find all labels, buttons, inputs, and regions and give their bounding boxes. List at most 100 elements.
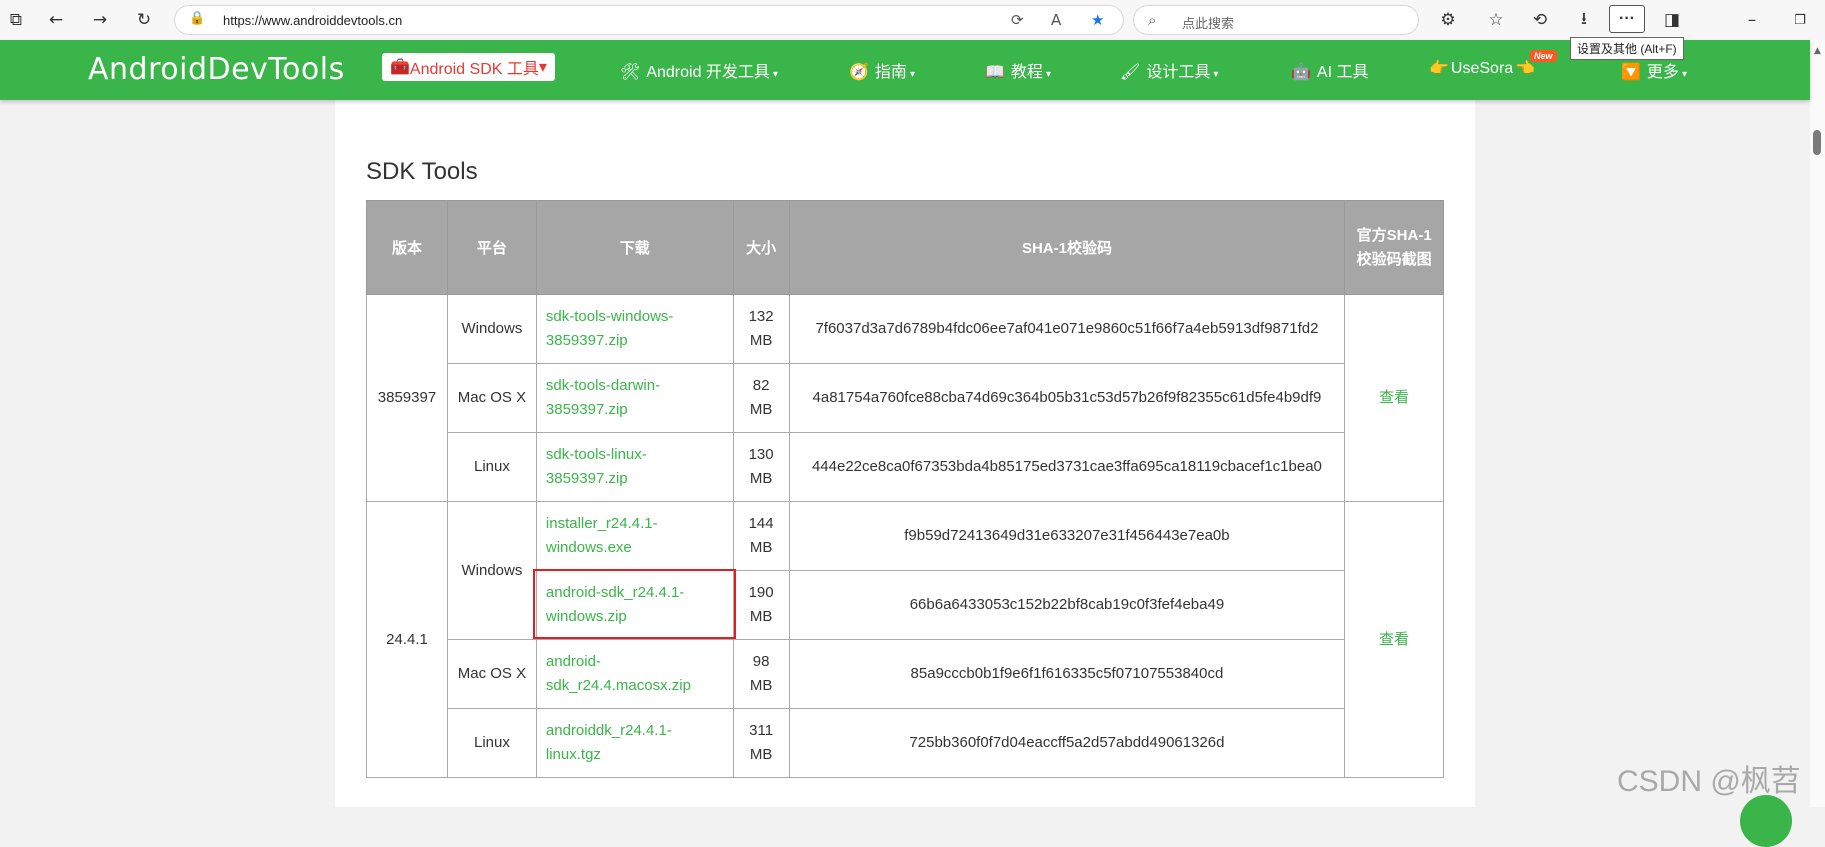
download-link[interactable]: sdk-tools-windows-3859397.zip bbox=[546, 308, 674, 349]
tab-actions-icon[interactable]: ⧉ bbox=[4, 8, 28, 32]
platform-cell: Windows bbox=[446, 294, 537, 364]
search-box[interactable]: ⌕ 点此搜索 bbox=[1133, 5, 1419, 35]
platform-cell: Linux bbox=[446, 708, 537, 778]
nav-usesora[interactable]: 👉 UseSora 👈 bbox=[1429, 58, 1541, 78]
size-cell: 98 MB bbox=[732, 639, 790, 709]
brush-icon: 🖌 bbox=[1120, 62, 1141, 81]
lock-icon[interactable]: 🔒 bbox=[189, 11, 205, 26]
download-cell: android-sdk_r24.4.macosx.zip bbox=[535, 639, 734, 709]
nav-android-sdk-tools[interactable]: 🧰 Android SDK 工具 ▾ bbox=[382, 53, 555, 81]
download-link[interactable]: android-sdk_r24.4.macosx.zip bbox=[546, 653, 691, 694]
history-icon[interactable]: ⟲ bbox=[1528, 8, 1552, 32]
size-cell: 130 MB bbox=[732, 432, 790, 502]
back-icon[interactable]: ← bbox=[44, 8, 68, 32]
sha1-cell: 725bb360f0f7d04eaccff5a2d57abdd49061326d bbox=[788, 708, 1346, 778]
search-placeholder[interactable]: 点此搜索 bbox=[1182, 13, 1234, 32]
url-text[interactable]: https://www.androiddevtools.cn bbox=[223, 13, 402, 28]
download-cell: installer_r24.4.1-windows.exe bbox=[535, 501, 734, 571]
size-cell: 190 MB bbox=[732, 570, 790, 640]
header-official-sha1-screenshot: 官方SHA-1校验码截图 bbox=[1344, 200, 1444, 295]
chevron-down-icon: ▾ bbox=[1045, 69, 1051, 80]
chevron-down-icon: ▾ bbox=[1213, 69, 1219, 80]
translate-icon[interactable]: ⟳ bbox=[1011, 11, 1024, 29]
nav-design-tools[interactable]: 🖌 设计工具 ▾ bbox=[1120, 58, 1218, 82]
table-header-row: 版本 平台 下载 大小 SHA-1校验码 官方SHA-1校验码截图 bbox=[366, 200, 1444, 295]
settings-tooltip: 设置及其他 (Alt+F) bbox=[1570, 37, 1684, 60]
platform-cell: Windows bbox=[446, 501, 537, 640]
sha1-cell: f9b59d72413649d31e633207e31f456443e7ea0b bbox=[788, 501, 1346, 571]
download-link[interactable]: androiddk_r24.4.1-linux.tgz bbox=[546, 722, 672, 763]
favorites-icon[interactable]: ☆ bbox=[1484, 8, 1508, 32]
extensions-icon[interactable]: ⚙ bbox=[1436, 8, 1460, 32]
sha1-cell: 85a9cccb0b1f9e6f1f616335c5f07107553840cd bbox=[788, 639, 1346, 709]
page-scrollbar[interactable] bbox=[1810, 40, 1825, 807]
book-icon: 📖 bbox=[985, 62, 1005, 81]
download-cell: sdk-tools-darwin-3859397.zip bbox=[535, 363, 734, 433]
table-row: Mac OS X android-sdk_r24.4.macosx.zip 98… bbox=[367, 639, 1444, 709]
sha1-cell: 66b6a6433053c152b22bf8cab19c0f3fef4eba49 bbox=[788, 570, 1346, 640]
toolbox-icon: 🧰 bbox=[390, 59, 410, 76]
header-size: 大小 bbox=[732, 200, 790, 295]
restore-window-icon[interactable]: ❐ bbox=[1788, 8, 1812, 32]
header-download: 下载 bbox=[535, 200, 734, 295]
header-platform: 平台 bbox=[446, 200, 537, 295]
minimize-icon[interactable]: – bbox=[1740, 8, 1764, 32]
scrollbar-thumb[interactable] bbox=[1813, 130, 1821, 155]
header-sha1: SHA-1校验码 bbox=[788, 200, 1346, 295]
favorite-star-icon[interactable]: ★ bbox=[1091, 11, 1104, 29]
site-logo[interactable]: AndroidDevTools bbox=[88, 52, 345, 87]
download-link[interactable]: installer_r24.4.1-windows.exe bbox=[546, 515, 658, 556]
size-cell: 144 MB bbox=[732, 501, 790, 571]
download-link[interactable]: sdk-tools-linux-3859397.zip bbox=[546, 446, 647, 487]
view-screenshot-link[interactable]: 查看 bbox=[1379, 389, 1409, 406]
download-cell: sdk-tools-windows-3859397.zip bbox=[535, 294, 734, 364]
header-version: 版本 bbox=[366, 200, 448, 295]
site-navbar: AndroidDevTools 🧰 Android SDK 工具 ▾ 🛠 Andr… bbox=[0, 40, 1810, 100]
download-cell: androiddk_r24.4.1-linux.tgz bbox=[535, 708, 734, 778]
screenshot-cell: 查看 bbox=[1344, 294, 1444, 502]
nav-ai-tools[interactable]: 🤖 AI 工具 bbox=[1291, 58, 1369, 82]
download-link[interactable]: sdk-tools-darwin-3859397.zip bbox=[546, 377, 660, 418]
highlight-box bbox=[533, 569, 736, 639]
chevron-down-icon: ▾ bbox=[772, 69, 778, 80]
table-row: Linux sdk-tools-linux-3859397.zip 130 MB… bbox=[367, 432, 1444, 502]
main-content: SDK Tools 版本 平台 下载 大小 SHA-1校验码 官方SHA-1校验… bbox=[335, 100, 1475, 807]
compass-icon: 🧭 bbox=[849, 62, 869, 81]
platform-cell: Mac OS X bbox=[446, 363, 537, 433]
sha1-cell: 444e22ce8ca0f67353bda4b85175ed3731cae3ff… bbox=[788, 432, 1346, 502]
size-cell: 132 MB bbox=[732, 294, 790, 364]
size-cell: 82 MB bbox=[732, 363, 790, 433]
watermark: CSDN @枫苕 bbox=[1617, 765, 1801, 798]
sha1-cell: 7f6037d3a7d6789b4fdc06ee7af041e071e9860c… bbox=[788, 294, 1346, 364]
table-row: 3859397 Windows sdk-tools-windows-385939… bbox=[366, 294, 1444, 502]
nav-android-dev-tools[interactable]: 🛠 Android 开发工具 ▾ bbox=[620, 58, 778, 82]
read-aloud-icon[interactable]: A bbox=[1051, 11, 1061, 29]
chevron-down-icon: ▾ bbox=[909, 69, 915, 80]
section-title: SDK Tools bbox=[366, 158, 478, 185]
platform-cell: Linux bbox=[446, 432, 537, 502]
settings-more-button[interactable]: ··· bbox=[1609, 5, 1645, 33]
search-icon: ⌕ bbox=[1148, 11, 1157, 29]
nav-guide[interactable]: 🧭 指南 ▾ bbox=[849, 58, 915, 82]
refresh-icon[interactable]: ↻ bbox=[132, 8, 156, 32]
table-row: 24.4.1 Windows installer_r24.4.1-windows… bbox=[366, 501, 1444, 778]
scroll-up-arrow-icon[interactable]: ▲ bbox=[1810, 46, 1825, 56]
size-cell: 311 MB bbox=[732, 708, 790, 778]
version-cell: 24.4.1 bbox=[366, 501, 448, 778]
platform-cell: Mac OS X bbox=[446, 639, 537, 709]
browser-toolbar: ⧉ ← → ↻ 🔒 https://www.androiddevtools.cn… bbox=[0, 0, 1825, 41]
nav-tutorials[interactable]: 📖 教程 ▾ bbox=[985, 58, 1051, 82]
address-bar[interactable]: 🔒 https://www.androiddevtools.cn ⟳ A ★ bbox=[174, 5, 1124, 35]
table-row: Mac OS X sdk-tools-darwin-3859397.zip 82… bbox=[367, 363, 1444, 433]
view-screenshot-link[interactable]: 查看 bbox=[1379, 631, 1409, 648]
robot-icon: 🤖 bbox=[1291, 62, 1311, 81]
pointing-hand-icon: 👉 bbox=[1429, 58, 1449, 77]
table-row: Linux androiddk_r24.4.1-linux.tgz 311 MB… bbox=[367, 708, 1444, 778]
nav-more[interactable]: 🔽 更多 ▾ bbox=[1621, 58, 1687, 82]
forward-icon[interactable]: → bbox=[88, 8, 112, 32]
sidebar-toggle-icon[interactable]: ◨ bbox=[1660, 8, 1684, 32]
download-icon[interactable]: ⭳ bbox=[1572, 8, 1596, 32]
back-to-top-button[interactable] bbox=[1740, 795, 1792, 847]
new-badge: New bbox=[1530, 50, 1557, 62]
screenshot-cell: 查看 bbox=[1344, 501, 1444, 778]
